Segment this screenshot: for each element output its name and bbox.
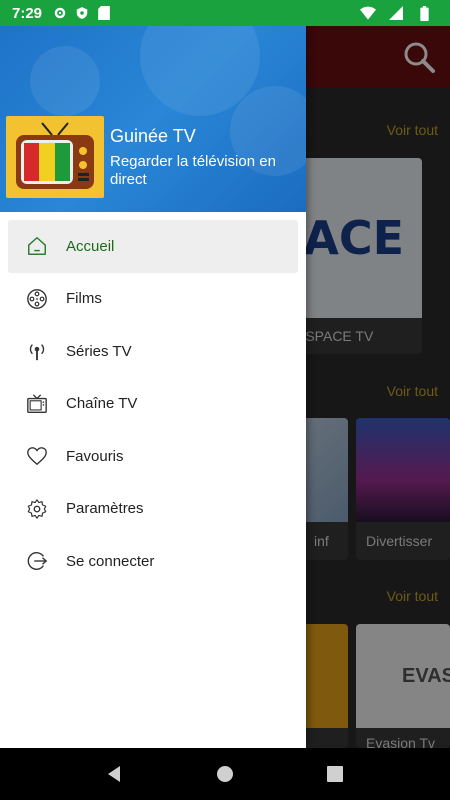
home-icon[interactable] [213,762,237,786]
menu-item-label: Se connecter [66,552,155,570]
back-icon[interactable] [103,762,127,786]
navigation-drawer: Guinée TV Regarder la télévision en dire… [0,26,306,748]
system-nav-bar [0,748,450,800]
status-time: 7:29 [12,4,43,22]
menu-item-label: Paramètres [66,500,144,518]
menu-item-label: Chaîne TV [66,395,138,413]
menu-item-label: Séries TV [66,342,132,360]
status-bar: 7:29 [0,0,450,26]
app-title: Guinée TV [110,126,196,146]
gear-icon [52,5,68,21]
app-subtitle: Regarder la télévision en direct [110,153,276,188]
sd-card-icon [96,5,112,21]
signal-icon [388,5,404,21]
battery-icon [416,5,432,21]
drawer-menu: Accueil Films Séries TV Chaîne TV Favour… [0,220,306,588]
heart-icon [24,443,50,469]
menu-item-chaine-tv[interactable]: Chaîne TV [0,378,306,431]
menu-item-series-tv[interactable]: Séries TV [0,325,306,378]
login-icon [24,548,50,574]
film-reel-icon [24,286,50,312]
app-logo [6,116,104,198]
gear-icon [24,496,50,522]
menu-item-favouris[interactable]: Favouris [0,430,306,483]
broadcast-icon [24,338,50,364]
recents-icon[interactable] [323,762,347,786]
wifi-icon [360,5,376,21]
drawer-header: Guinée TV Regarder la télévision en dire… [0,26,306,212]
menu-item-se-connecter[interactable]: Se connecter [0,535,306,588]
menu-item-label: Favouris [66,447,124,465]
menu-item-label: Films [66,290,102,308]
tv-icon [24,391,50,417]
menu-item-label: Accueil [66,237,115,255]
menu-item-films[interactable]: Films [0,273,306,326]
menu-item-accueil[interactable]: Accueil [8,220,298,273]
shield-icon [74,5,90,21]
menu-item-parametres[interactable]: Paramètres [0,483,306,536]
home-icon [24,233,50,259]
